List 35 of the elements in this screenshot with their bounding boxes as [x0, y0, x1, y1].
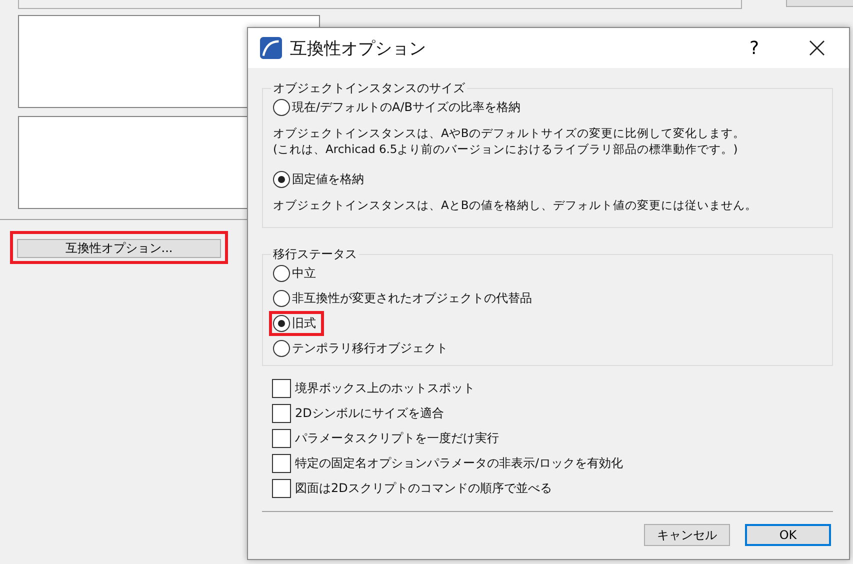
checkbox-label[interactable]: 特定の固定名オプションパラメータの非表示/ロックを有効化: [295, 455, 624, 472]
radio-button[interactable]: [273, 265, 290, 282]
radio-label[interactable]: テンポラリ移行オブジェクト: [292, 340, 448, 357]
window-title: 互換性オプション: [290, 38, 427, 60]
description-text: オブジェクトインスタンスは、AとBの値を格納し、デフォルト値の変更には従いません。: [273, 197, 758, 213]
radio-label[interactable]: 旧式: [292, 315, 316, 332]
checkbox-label[interactable]: 図面は2Dスクリプトのコマンドの順序で並べる: [295, 480, 552, 497]
radio-label[interactable]: 現在/デフォルトのA/Bサイズの比率を格納: [292, 98, 521, 116]
radio-button[interactable]: [273, 98, 290, 116]
text-field[interactable]: [18, 0, 742, 9]
cancel-button[interactable]: キャンセル: [644, 524, 730, 546]
checkbox[interactable]: [272, 429, 291, 448]
checkbox[interactable]: [272, 379, 291, 398]
radio-button[interactable]: [273, 170, 290, 188]
checkbox[interactable]: [272, 479, 291, 498]
checkbox[interactable]: [272, 404, 291, 423]
radio-button[interactable]: [273, 315, 290, 332]
checkbox-label[interactable]: 2Dシンボルにサイズを適合: [295, 405, 444, 422]
description-text: (これは、Archicad 6.5より前のバージョンにおけるライブラリ部品の標準動作です。): [273, 141, 739, 157]
group-label: 移行ステータス: [271, 246, 359, 263]
radio-label[interactable]: 非互換性が変更されたオブジェクトの代替品: [292, 290, 532, 307]
radio-label[interactable]: 中立: [292, 265, 316, 282]
radio-label[interactable]: 固定値を格納: [292, 170, 364, 188]
checkbox-label[interactable]: パラメータスクリプトを一度だけ実行: [295, 430, 499, 447]
compat-options-button[interactable]: 互換性オプション...: [17, 239, 221, 258]
app-icon: [260, 37, 282, 59]
checkbox[interactable]: [272, 454, 291, 473]
group-label: オブジェクトインスタンスのサイズ: [271, 80, 467, 97]
ok-button[interactable]: OK: [745, 524, 831, 546]
radio-button[interactable]: [273, 340, 290, 357]
help-button[interactable]: ?: [749, 38, 759, 58]
checkbox-label[interactable]: 境界ボックス上のホットスポット: [295, 380, 475, 397]
radio-button[interactable]: [273, 290, 290, 307]
description-text: オブジェクトインスタンスは、AやBのデフォルトサイズの変更に比例して変化します。: [273, 125, 746, 141]
close-icon[interactable]: [809, 40, 825, 56]
